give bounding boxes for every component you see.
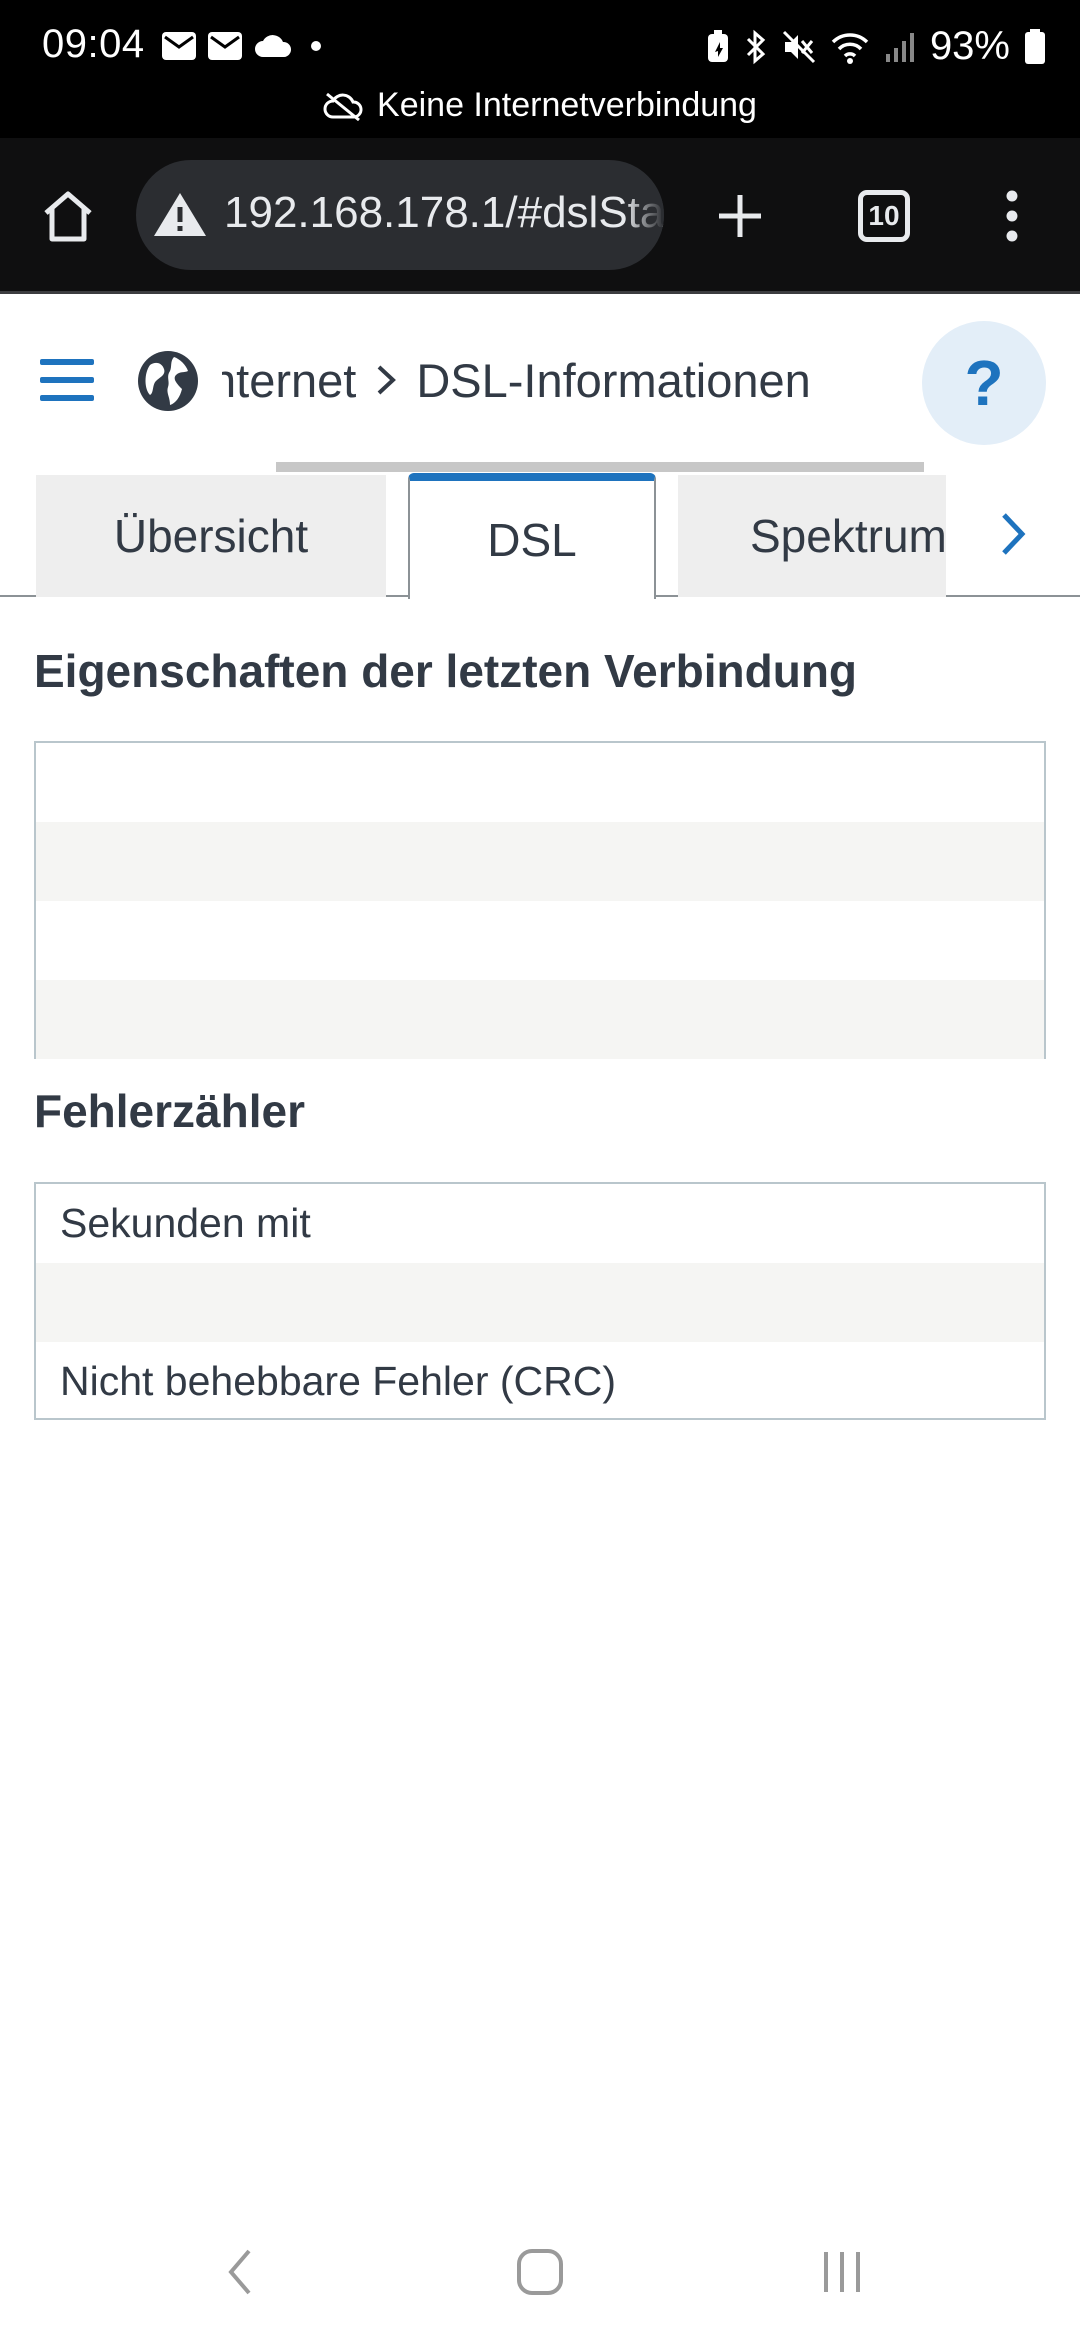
chevron-right-icon	[1002, 513, 1026, 555]
tab-uebersicht[interactable]: Übersicht	[36, 475, 386, 597]
help-icon: ?	[964, 347, 1004, 419]
mail-icon	[162, 32, 196, 60]
app-header: nternet DSL-Informationen ?	[0, 297, 1080, 472]
error-counter-title: Fehlerzähler	[34, 1085, 305, 1137]
table-row: Nicht behebbare Fehler (CRC)	[60, 1358, 617, 1404]
tab-count: 10	[868, 200, 900, 231]
tab-spektrum[interactable]: Spektrum	[678, 475, 946, 597]
browser-menu-button[interactable]	[980, 178, 1044, 254]
cloud-off-icon	[323, 92, 363, 121]
browser-toolbar: 192.168.178.1/#dslSta 10	[0, 138, 1080, 294]
warning-icon	[154, 193, 206, 236]
mail-icon	[208, 32, 242, 60]
system-icons: 93%	[706, 24, 1046, 69]
table-row: Sekunden mit	[60, 1200, 311, 1246]
recents-icon	[824, 2252, 860, 2292]
system-nav-bar	[0, 2220, 1080, 2320]
url-bar[interactable]: 192.168.178.1/#dslSta	[136, 160, 664, 270]
hamburger-icon[interactable]	[38, 357, 96, 403]
breadcrumb: nternet DSL-Informationen	[222, 353, 914, 413]
dot-icon	[311, 41, 321, 51]
battery-icon	[1025, 28, 1045, 64]
offline-text: Keine Internetverbindung	[377, 86, 757, 124]
back-icon	[228, 2249, 251, 2295]
error-counter-table: Sekunden mit Nicht behebbare Fehler (CRC…	[34, 1182, 1046, 1420]
more-vert-icon	[1006, 190, 1018, 242]
globe-icon	[138, 351, 198, 411]
properties-title: Eigenschaften der letzten Verbindung	[34, 645, 858, 697]
plus-icon	[719, 195, 761, 237]
bluetooth-icon	[746, 29, 766, 64]
battery-percent: 93%	[929, 24, 1010, 68]
home-icon	[44, 191, 92, 242]
table-row	[36, 822, 1044, 901]
url-text: 192.168.178.1/#dslSta	[224, 188, 664, 237]
tab-scroll-indicator[interactable]	[276, 462, 924, 472]
wifi-icon	[831, 32, 869, 64]
offline-notice: Keine Internetverbindung	[0, 86, 1080, 125]
url-fade	[624, 160, 664, 270]
notification-icons	[162, 32, 328, 60]
help-button[interactable]: ?	[922, 321, 1046, 445]
tab-switcher-icon: 10	[858, 190, 910, 242]
tab-label: DSL	[487, 514, 577, 566]
home-circle-icon	[517, 2249, 563, 2295]
status-time: 09:04	[42, 22, 145, 66]
tab-switcher-button[interactable]: 10	[846, 178, 922, 254]
table-row	[36, 1263, 1044, 1342]
signal-icon	[885, 32, 914, 62]
table-row	[36, 743, 1044, 822]
tab-bar: Übersicht DSL Spektrum	[0, 473, 1080, 599]
tab-label: Übersicht	[113, 510, 309, 562]
breadcrumb-separator-icon	[356, 353, 416, 408]
tabs-next-button[interactable]	[946, 473, 1080, 595]
table-row	[36, 901, 1044, 980]
new-tab-button[interactable]	[702, 178, 778, 254]
breadcrumb-item-dsl-informationen: DSL-Informationen	[416, 354, 811, 407]
home-button[interactable]	[30, 178, 106, 254]
recents-button[interactable]	[802, 2242, 882, 2302]
table-row	[36, 980, 1044, 1059]
home-nav-button[interactable]	[500, 2242, 580, 2302]
breadcrumb-item-internet[interactable]: nternet	[222, 353, 356, 408]
tab-label: Spektrum	[750, 510, 946, 562]
back-button[interactable]	[200, 2242, 280, 2302]
properties-table	[34, 741, 1046, 1059]
mute-icon	[782, 30, 815, 63]
cloud-icon	[255, 35, 292, 57]
battery-saver-icon	[707, 29, 728, 62]
tab-dsl[interactable]: DSL	[408, 473, 656, 599]
status-bar: 09:04 93% Keine Internetverbindung	[0, 0, 1080, 138]
